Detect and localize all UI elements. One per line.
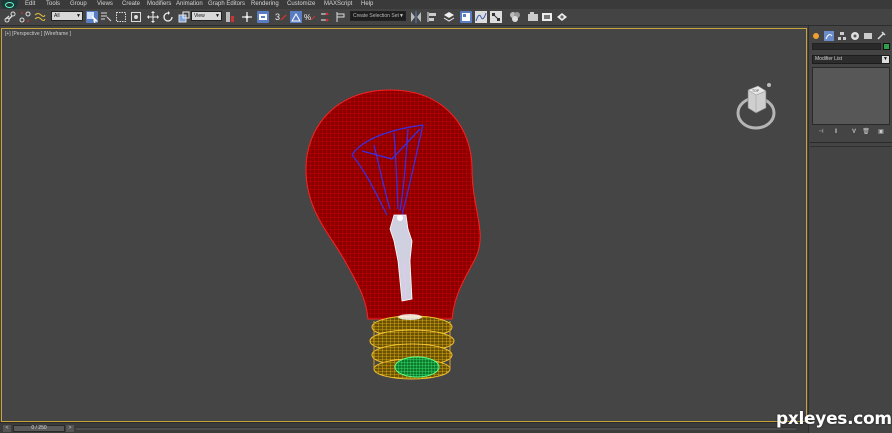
selection-filter-dropdown[interactable]: All bbox=[51, 11, 83, 21]
stack-buttons: ⊣ ‖ ∀ 🗑 ▣ bbox=[812, 128, 890, 138]
app-logo-icon bbox=[5, 1, 14, 8]
app-logo-button[interactable] bbox=[1, 0, 18, 9]
command-panel: Modifier List ▼ ⊣ ‖ ∀ 🗑 ▣ bbox=[808, 26, 892, 433]
bulb-glass[interactable] bbox=[305, 89, 481, 320]
rotate-icon[interactable] bbox=[162, 11, 174, 23]
select-by-name-icon[interactable] bbox=[100, 11, 112, 23]
schematic-view-icon[interactable] bbox=[490, 11, 502, 23]
show-end-result-icon[interactable]: ‖ bbox=[831, 128, 841, 137]
angle-snap-icon[interactable] bbox=[290, 11, 302, 23]
move-icon[interactable] bbox=[147, 11, 159, 23]
prev-frame-button[interactable]: < bbox=[3, 425, 11, 432]
modify-icon[interactable] bbox=[824, 28, 834, 41]
mirror-icon[interactable] bbox=[410, 11, 422, 23]
render-setup-icon[interactable] bbox=[527, 11, 539, 23]
named-selection-dropdown[interactable]: Create Selection Set bbox=[350, 11, 406, 21]
select-object-icon[interactable] bbox=[86, 11, 98, 23]
material-editor-icon[interactable] bbox=[509, 11, 521, 23]
svg-text:%: % bbox=[304, 13, 311, 22]
bulb-contact[interactable] bbox=[394, 356, 440, 378]
pin-stack-icon[interactable]: ⊣ bbox=[816, 128, 826, 137]
edit-named-sets-icon[interactable] bbox=[335, 11, 347, 23]
rect-selection-icon[interactable] bbox=[115, 11, 127, 23]
configure-sets-icon[interactable]: ▣ bbox=[876, 128, 886, 137]
track-bar[interactable] bbox=[76, 427, 796, 430]
perspective-viewport[interactable]: [+] [Perspective ] [Wireframe ] TOP bbox=[1, 28, 807, 422]
remove-modifier-icon[interactable]: 🗑 bbox=[861, 128, 871, 137]
menu-customize[interactable]: Customize bbox=[287, 0, 315, 9]
window-crossing-icon[interactable] bbox=[130, 11, 142, 23]
bind-spacewarp-icon[interactable] bbox=[34, 11, 46, 23]
menu-animation[interactable]: Animation bbox=[176, 0, 203, 9]
select-link-icon[interactable] bbox=[4, 11, 16, 23]
object-color-swatch[interactable] bbox=[883, 43, 890, 50]
hierarchy-icon[interactable] bbox=[837, 28, 847, 40]
utilities-icon[interactable] bbox=[876, 28, 886, 40]
light-bulb-model[interactable] bbox=[2, 29, 807, 422]
next-frame-button[interactable]: > bbox=[66, 425, 74, 432]
percent-snap-icon[interactable]: % bbox=[304, 11, 316, 23]
main-toolbar: All View 3 % Create Selection Set bbox=[0, 9, 892, 26]
manipulate-icon[interactable] bbox=[241, 11, 253, 23]
svg-text:3: 3 bbox=[275, 12, 280, 22]
modifier-list-dropdown[interactable]: Modifier List ▼ bbox=[812, 55, 890, 64]
time-slider[interactable]: 0 / 250 bbox=[13, 425, 65, 432]
make-unique-icon[interactable]: ∀ bbox=[849, 128, 859, 137]
layer-manager-icon[interactable] bbox=[443, 11, 455, 23]
menu-maxscript[interactable]: MAXScript bbox=[324, 0, 352, 9]
menu-help[interactable]: Help bbox=[361, 0, 373, 9]
align-icon[interactable] bbox=[426, 11, 438, 23]
menu-bar: Edit Tools Group Views Create Modifiers … bbox=[0, 0, 892, 9]
viewcube-widget[interactable]: TOP bbox=[736, 80, 776, 130]
create-icon[interactable] bbox=[811, 28, 821, 39]
viewcube-face-label: TOP bbox=[752, 89, 760, 93]
snaps-icon[interactable]: 3 bbox=[275, 11, 287, 23]
pivot-icon[interactable] bbox=[225, 11, 237, 23]
motion-icon[interactable] bbox=[850, 28, 860, 40]
reference-coord-dropdown[interactable]: View bbox=[191, 11, 222, 21]
menu-modifiers[interactable]: Modifiers bbox=[147, 0, 171, 9]
scale-icon[interactable] bbox=[178, 11, 190, 23]
rendered-frame-icon[interactable] bbox=[541, 11, 553, 23]
object-name-field[interactable] bbox=[812, 43, 881, 50]
home-icon[interactable] bbox=[767, 83, 771, 87]
app-window: Edit Tools Group Views Create Modifiers … bbox=[0, 0, 892, 433]
modifier-stack[interactable] bbox=[812, 67, 890, 125]
graphite-icon[interactable] bbox=[460, 11, 472, 23]
curve-editor-icon[interactable] bbox=[475, 11, 487, 23]
menu-create[interactable]: Create bbox=[122, 0, 140, 9]
panel-divider bbox=[810, 146, 892, 147]
modifier-list-label: Modifier List bbox=[815, 56, 842, 62]
menu-graph-editors[interactable]: Graph Editors bbox=[208, 0, 245, 9]
base-highlight bbox=[398, 314, 422, 320]
menu-rendering[interactable]: Rendering bbox=[251, 0, 279, 9]
render-icon[interactable] bbox=[556, 11, 568, 23]
panel-divider bbox=[810, 142, 892, 143]
menu-group[interactable]: Group bbox=[70, 0, 87, 9]
chevron-down-icon[interactable]: ▼ bbox=[882, 56, 889, 63]
menu-tools[interactable]: Tools bbox=[46, 0, 60, 9]
time-slider-bar: < 0 / 250 > bbox=[0, 422, 808, 433]
watermark: pxleyes.com bbox=[776, 409, 892, 429]
unlink-icon[interactable] bbox=[19, 11, 31, 23]
stem-top bbox=[397, 215, 403, 221]
display-icon[interactable] bbox=[863, 28, 873, 39]
keyboard-shortcut-icon[interactable] bbox=[257, 11, 269, 23]
menu-edit[interactable]: Edit bbox=[25, 0, 35, 9]
spinner-snap-icon[interactable] bbox=[319, 11, 331, 23]
menu-views[interactable]: Views bbox=[97, 0, 113, 9]
